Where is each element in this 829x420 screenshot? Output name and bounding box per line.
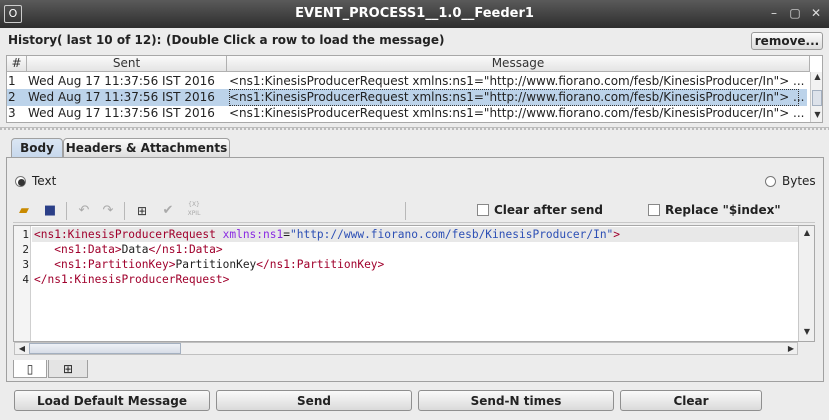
row-sent: Wed Aug 17 11:37:56 IST 2016: [28, 106, 215, 120]
row-number: 1: [8, 74, 16, 88]
tree-view-icon: ⊞: [62, 362, 74, 376]
table-row[interactable]: 2 Wed Aug 17 11:37:56 IST 2016 <ns1:Kine…: [7, 89, 807, 106]
scroll-up-icon[interactable]: ▲: [812, 72, 822, 81]
scroll-down-icon[interactable]: ▼: [812, 110, 822, 119]
code-token: Data: [121, 243, 149, 256]
text-radio-label: Text: [32, 174, 57, 188]
tree-view-tab[interactable]: ⊞: [48, 360, 88, 378]
tab-body[interactable]: Body: [11, 138, 63, 157]
scroll-down-icon[interactable]: ▼: [802, 327, 812, 336]
code-token: =: [283, 228, 290, 241]
replace-index-label: Replace "$index": [665, 203, 781, 217]
load-default-message-button[interactable]: Load Default Message: [14, 390, 210, 411]
bytes-radio[interactable]: [765, 176, 776, 187]
redo-icon[interactable]: ↷: [99, 202, 117, 220]
scroll-thumb[interactable]: [29, 343, 181, 354]
code-token: <ns1:PartitionKey>: [54, 258, 176, 271]
code-token: <ns1:KinesisProducerRequest: [34, 228, 216, 241]
open-folder-icon[interactable]: ▰: [15, 202, 33, 220]
scroll-up-icon[interactable]: ▲: [802, 228, 812, 237]
editor-vertical-scrollbar[interactable]: ▲ ▼: [798, 226, 814, 341]
send-n-times-button[interactable]: Send-N times: [418, 390, 614, 411]
document-view-tab[interactable]: ▯: [13, 360, 47, 378]
code-token: PartitionKey: [175, 258, 257, 271]
row-message: <ns1:KinesisProducerRequest xmlns:ns1="h…: [229, 89, 799, 106]
send-button[interactable]: Send: [216, 390, 412, 411]
table-row[interactable]: 1 Wed Aug 17 11:37:56 IST 2016 <ns1:Kine…: [7, 73, 807, 90]
code-token: xmlns:ns1: [222, 228, 284, 241]
split-pane-divider[interactable]: [0, 127, 829, 130]
row-number: 2: [8, 90, 16, 104]
history-table: # Sent Message 1 Wed Aug 17 11:37:56 IST…: [6, 55, 823, 123]
code-line[interactable]: </ns1:KinesisProducerRequest>: [34, 272, 229, 287]
row-sent: Wed Aug 17 11:37:56 IST 2016: [28, 74, 215, 88]
code-line[interactable]: <ns1:KinesisProducerRequest xmlns:ns1="h…: [32, 227, 799, 242]
save-icon[interactable]: ■: [41, 202, 59, 220]
code-line[interactable]: <ns1:PartitionKey>PartitionKey</ns1:Part…: [34, 257, 384, 272]
tab-headers-attachments[interactable]: Headers & Attachments: [63, 138, 230, 157]
text-radio[interactable]: [15, 176, 26, 187]
clear-button[interactable]: Clear: [620, 390, 762, 411]
minimize-icon[interactable]: –: [766, 6, 782, 22]
scroll-thumb[interactable]: [812, 90, 822, 106]
row-message: <ns1:KinesisProducerRequest xmlns:ns1="h…: [229, 106, 790, 120]
code-token: </ns1:PartitionKey>: [256, 258, 385, 271]
column-header-message[interactable]: Message: [227, 56, 810, 72]
row-more: ...: [793, 90, 805, 104]
remove-button[interactable]: remove...: [751, 32, 823, 50]
toolbar-separator: [405, 202, 406, 220]
code-token: </ns1:KinesisProducerRequest>: [34, 273, 230, 286]
history-scrollbar[interactable]: ▲ ▼: [810, 72, 822, 122]
scroll-left-icon[interactable]: ◀: [17, 344, 27, 353]
table-row[interactable]: 3 Wed Aug 17 11:37:56 IST 2016 <ns1:Kine…: [7, 105, 807, 122]
line-number: 3: [22, 258, 29, 271]
line-number-gutter: 1 2 3 4: [14, 226, 31, 341]
column-header-sent[interactable]: Sent: [27, 56, 227, 72]
column-header-num[interactable]: #: [7, 56, 27, 72]
bytes-radio-label: Bytes: [782, 174, 816, 188]
document-icon: ▯: [26, 362, 34, 376]
row-more: ...: [793, 106, 805, 120]
undo-icon[interactable]: ↶: [75, 202, 93, 220]
message-editor[interactable]: 1 2 3 4 <ns1:KinesisProducerRequest xmln…: [13, 225, 815, 342]
toolbar-separator: [124, 202, 125, 220]
tree-view-icon[interactable]: ⊞: [133, 202, 151, 220]
line-number: 4: [22, 273, 29, 286]
replace-index-checkbox[interactable]: [648, 204, 660, 216]
row-number: 3: [8, 106, 16, 120]
editor-toolbar: ▰ ■ ↶ ↷ ⊞ ✔ {X} XPIL Clear after send Re…: [13, 199, 815, 223]
code-token: >: [613, 228, 621, 241]
clear-after-send-checkbox[interactable]: [477, 204, 489, 216]
toolbar-separator: [66, 202, 67, 220]
code-line[interactable]: <ns1:Data>Data</ns1:Data>: [34, 242, 223, 257]
scroll-right-icon[interactable]: ▶: [786, 344, 796, 353]
maximize-icon[interactable]: ▢: [787, 6, 803, 22]
history-label: History( last 10 of 12):: [8, 33, 162, 47]
line-number: 1: [22, 228, 29, 241]
xpath-icon[interactable]: {X} XPIL: [183, 200, 205, 218]
validate-check-icon[interactable]: ✔: [159, 202, 177, 220]
line-number: 2: [22, 243, 29, 256]
code-token: "http://www.fiorano.com/fesb/KinesisProd…: [289, 228, 614, 241]
clear-after-send-label: Clear after send: [494, 203, 603, 217]
row-message: <ns1:KinesisProducerRequest xmlns:ns1="h…: [229, 74, 790, 88]
code-token: <ns1:Data>: [54, 243, 122, 256]
window-title: EVENT_PROCESS1__1.0__Feeder1: [295, 6, 534, 21]
row-more: ...: [793, 74, 805, 88]
editor-horizontal-scrollbar[interactable]: ◀ ▶: [14, 342, 798, 355]
title-bar: O EVENT_PROCESS1__1.0__Feeder1 – ▢ ✕: [0, 0, 829, 28]
history-hint: (Double Click a row to load the message): [166, 33, 445, 47]
code-token: </ns1:Data>: [148, 243, 223, 256]
row-sent: Wed Aug 17 11:37:56 IST 2016: [28, 90, 215, 104]
close-icon[interactable]: ✕: [808, 6, 824, 22]
